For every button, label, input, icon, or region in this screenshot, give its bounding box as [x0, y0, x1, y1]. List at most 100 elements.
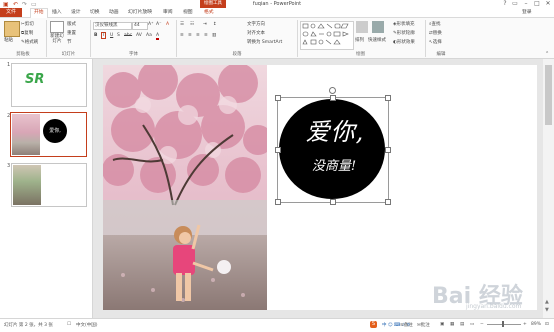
drawing-tools-context-tab[interactable]: 绘图工具 — [200, 0, 226, 8]
align-right-button[interactable]: ≡ — [196, 33, 200, 38]
select-button[interactable]: ↖选择 — [429, 39, 442, 45]
normal-view-icon[interactable]: ▣ — [440, 322, 444, 327]
font-size-select[interactable]: 44 — [132, 22, 148, 30]
slide-thumbnail-2[interactable]: 爱你, — [10, 112, 87, 157]
slideshow-icon[interactable]: ▭ — [470, 322, 474, 327]
zoom-out-icon[interactable]: − — [480, 322, 484, 327]
arrange-button[interactable]: 排列 — [355, 37, 364, 43]
tab-view[interactable]: 视图 — [183, 9, 193, 17]
indent-button[interactable]: ⇥ — [203, 22, 207, 27]
new-slide-icon[interactable] — [50, 21, 64, 33]
resize-handle[interactable] — [330, 95, 336, 101]
tab-slideshow[interactable]: 幻灯片放映 — [128, 9, 152, 17]
clear-format-button[interactable]: A — [166, 22, 169, 27]
justify-button[interactable]: ≡ — [204, 33, 208, 38]
redo-icon[interactable]: ↷ — [22, 1, 27, 8]
scrollbar-thumb[interactable] — [545, 65, 552, 125]
next-slide-icon[interactable]: ▼ — [545, 307, 549, 313]
reset-button[interactable]: 重置 — [67, 30, 76, 36]
shadow-button[interactable]: S — [117, 33, 120, 38]
replace-button[interactable]: ⇄替换 — [429, 30, 442, 36]
resize-handle[interactable] — [385, 95, 391, 101]
shapes-gallery[interactable] — [300, 21, 354, 50]
tab-animations[interactable]: 动画 — [109, 9, 119, 17]
tab-insert[interactable]: 插入 — [52, 9, 62, 17]
bold-button[interactable]: B — [94, 33, 97, 38]
resize-handle[interactable] — [330, 199, 336, 205]
reading-view-icon[interactable]: ▤ — [460, 322, 464, 327]
slide-sorter-icon[interactable]: ▦ — [450, 322, 454, 327]
sign-in-link[interactable]: 登录 — [522, 9, 532, 17]
layout-button[interactable]: 版式 — [67, 21, 76, 27]
bullets-button[interactable]: ☰ — [180, 22, 184, 27]
close-icon[interactable]: ✕ — [543, 0, 553, 7]
resize-handle[interactable] — [275, 95, 281, 101]
quick-styles-icon[interactable] — [372, 21, 384, 33]
font-color-button[interactable]: A — [156, 33, 160, 40]
italic-button[interactable]: I — [101, 32, 107, 39]
shape-outline-button[interactable]: ✎形状轮廓 — [393, 30, 415, 36]
convert-smartart-button[interactable]: 转换为 SmartArt — [247, 39, 282, 45]
align-left-button[interactable]: ≡ — [180, 33, 184, 38]
paste-icon[interactable] — [4, 21, 20, 37]
grow-font-button[interactable]: A⁺ — [148, 22, 153, 27]
align-text-button[interactable]: 对齐文本 — [247, 30, 265, 36]
tab-format[interactable]: 格式 — [204, 9, 214, 17]
resize-handle[interactable] — [385, 199, 391, 205]
font-name-select[interactable]: 汉仪铁线黑 — [93, 22, 132, 30]
align-center-button[interactable]: ≡ — [188, 33, 192, 38]
slide-photo[interactable] — [103, 65, 267, 310]
ime-icon[interactable]: S — [370, 321, 377, 328]
section-button[interactable]: 节 — [67, 39, 72, 45]
help-button[interactable]: ? — [500, 0, 510, 7]
quick-styles-button[interactable]: 快速样式 — [368, 37, 386, 43]
tab-review[interactable]: 审阅 — [163, 9, 173, 17]
prev-slide-icon[interactable]: ▲ — [545, 299, 549, 305]
find-button[interactable]: ⌕查找 — [429, 21, 441, 27]
strikethrough-button[interactable]: abc — [124, 33, 132, 38]
ribbon-options-icon[interactable]: ▭ — [510, 0, 520, 7]
cut-button[interactable]: ✂剪切 — [21, 21, 34, 27]
new-slide-button[interactable]: 新建幻灯片 — [49, 34, 65, 44]
comments-button[interactable]: ✉批注 — [417, 322, 430, 328]
resize-handle[interactable] — [275, 199, 281, 205]
slide-thumbnail-1[interactable]: SR — [11, 63, 87, 107]
collapse-ribbon-icon[interactable]: ⌃ — [545, 51, 549, 57]
zoom-in-icon[interactable]: + — [523, 322, 527, 327]
tab-home[interactable]: 开始 — [30, 8, 48, 18]
language-status[interactable]: 中文(中国) — [76, 322, 98, 328]
zoom-level[interactable]: 89% — [531, 322, 541, 327]
spell-check-icon[interactable]: ☐ — [67, 322, 71, 327]
minimize-icon[interactable]: – — [521, 0, 531, 7]
paste-button[interactable]: 粘贴 — [4, 37, 13, 43]
shrink-font-button[interactable]: A⁻ — [156, 22, 161, 27]
zoom-slider-thumb[interactable] — [502, 321, 504, 327]
fit-slide-icon[interactable]: ⊡ — [545, 322, 549, 327]
undo-icon[interactable]: ↶ — [13, 1, 18, 8]
arrange-icon[interactable] — [356, 21, 368, 33]
start-presentation-icon[interactable]: ▭ — [31, 1, 37, 8]
resize-handle[interactable] — [385, 147, 391, 153]
tab-file[interactable]: 文件 — [0, 8, 22, 17]
format-painter-button[interactable]: ✎格式刷 — [21, 39, 38, 45]
underline-button[interactable]: U — [110, 33, 113, 38]
resize-handle[interactable] — [275, 147, 281, 153]
copy-button[interactable]: ⧉复制 — [21, 30, 33, 36]
tab-design[interactable]: 设计 — [71, 9, 81, 17]
numbering-button[interactable]: ☷ — [190, 22, 194, 27]
line-spacing-button[interactable]: ↕ — [213, 22, 217, 27]
char-spacing-button[interactable]: AV — [136, 33, 142, 38]
columns-button[interactable]: ▥ — [212, 33, 216, 38]
maximize-icon[interactable]: □ — [532, 0, 542, 7]
zoom-slider[interactable] — [487, 324, 521, 325]
shape-fill-button[interactable]: ◈形状填充 — [393, 21, 414, 27]
tab-transitions[interactable]: 切换 — [90, 9, 100, 17]
save-icon[interactable]: ▣ — [3, 1, 9, 8]
slide-thumbnail-3[interactable] — [11, 163, 87, 207]
text-direction-button[interactable]: 文字方向 — [247, 21, 265, 27]
rotation-handle[interactable] — [329, 87, 336, 94]
vertical-scrollbar[interactable]: ▲ ▼ — [543, 59, 554, 318]
notes-button[interactable]: ≡备注 — [400, 322, 413, 328]
shape-effects-button[interactable]: ◐形状效果 — [393, 39, 415, 45]
change-case-button[interactable]: Aa — [146, 33, 152, 38]
